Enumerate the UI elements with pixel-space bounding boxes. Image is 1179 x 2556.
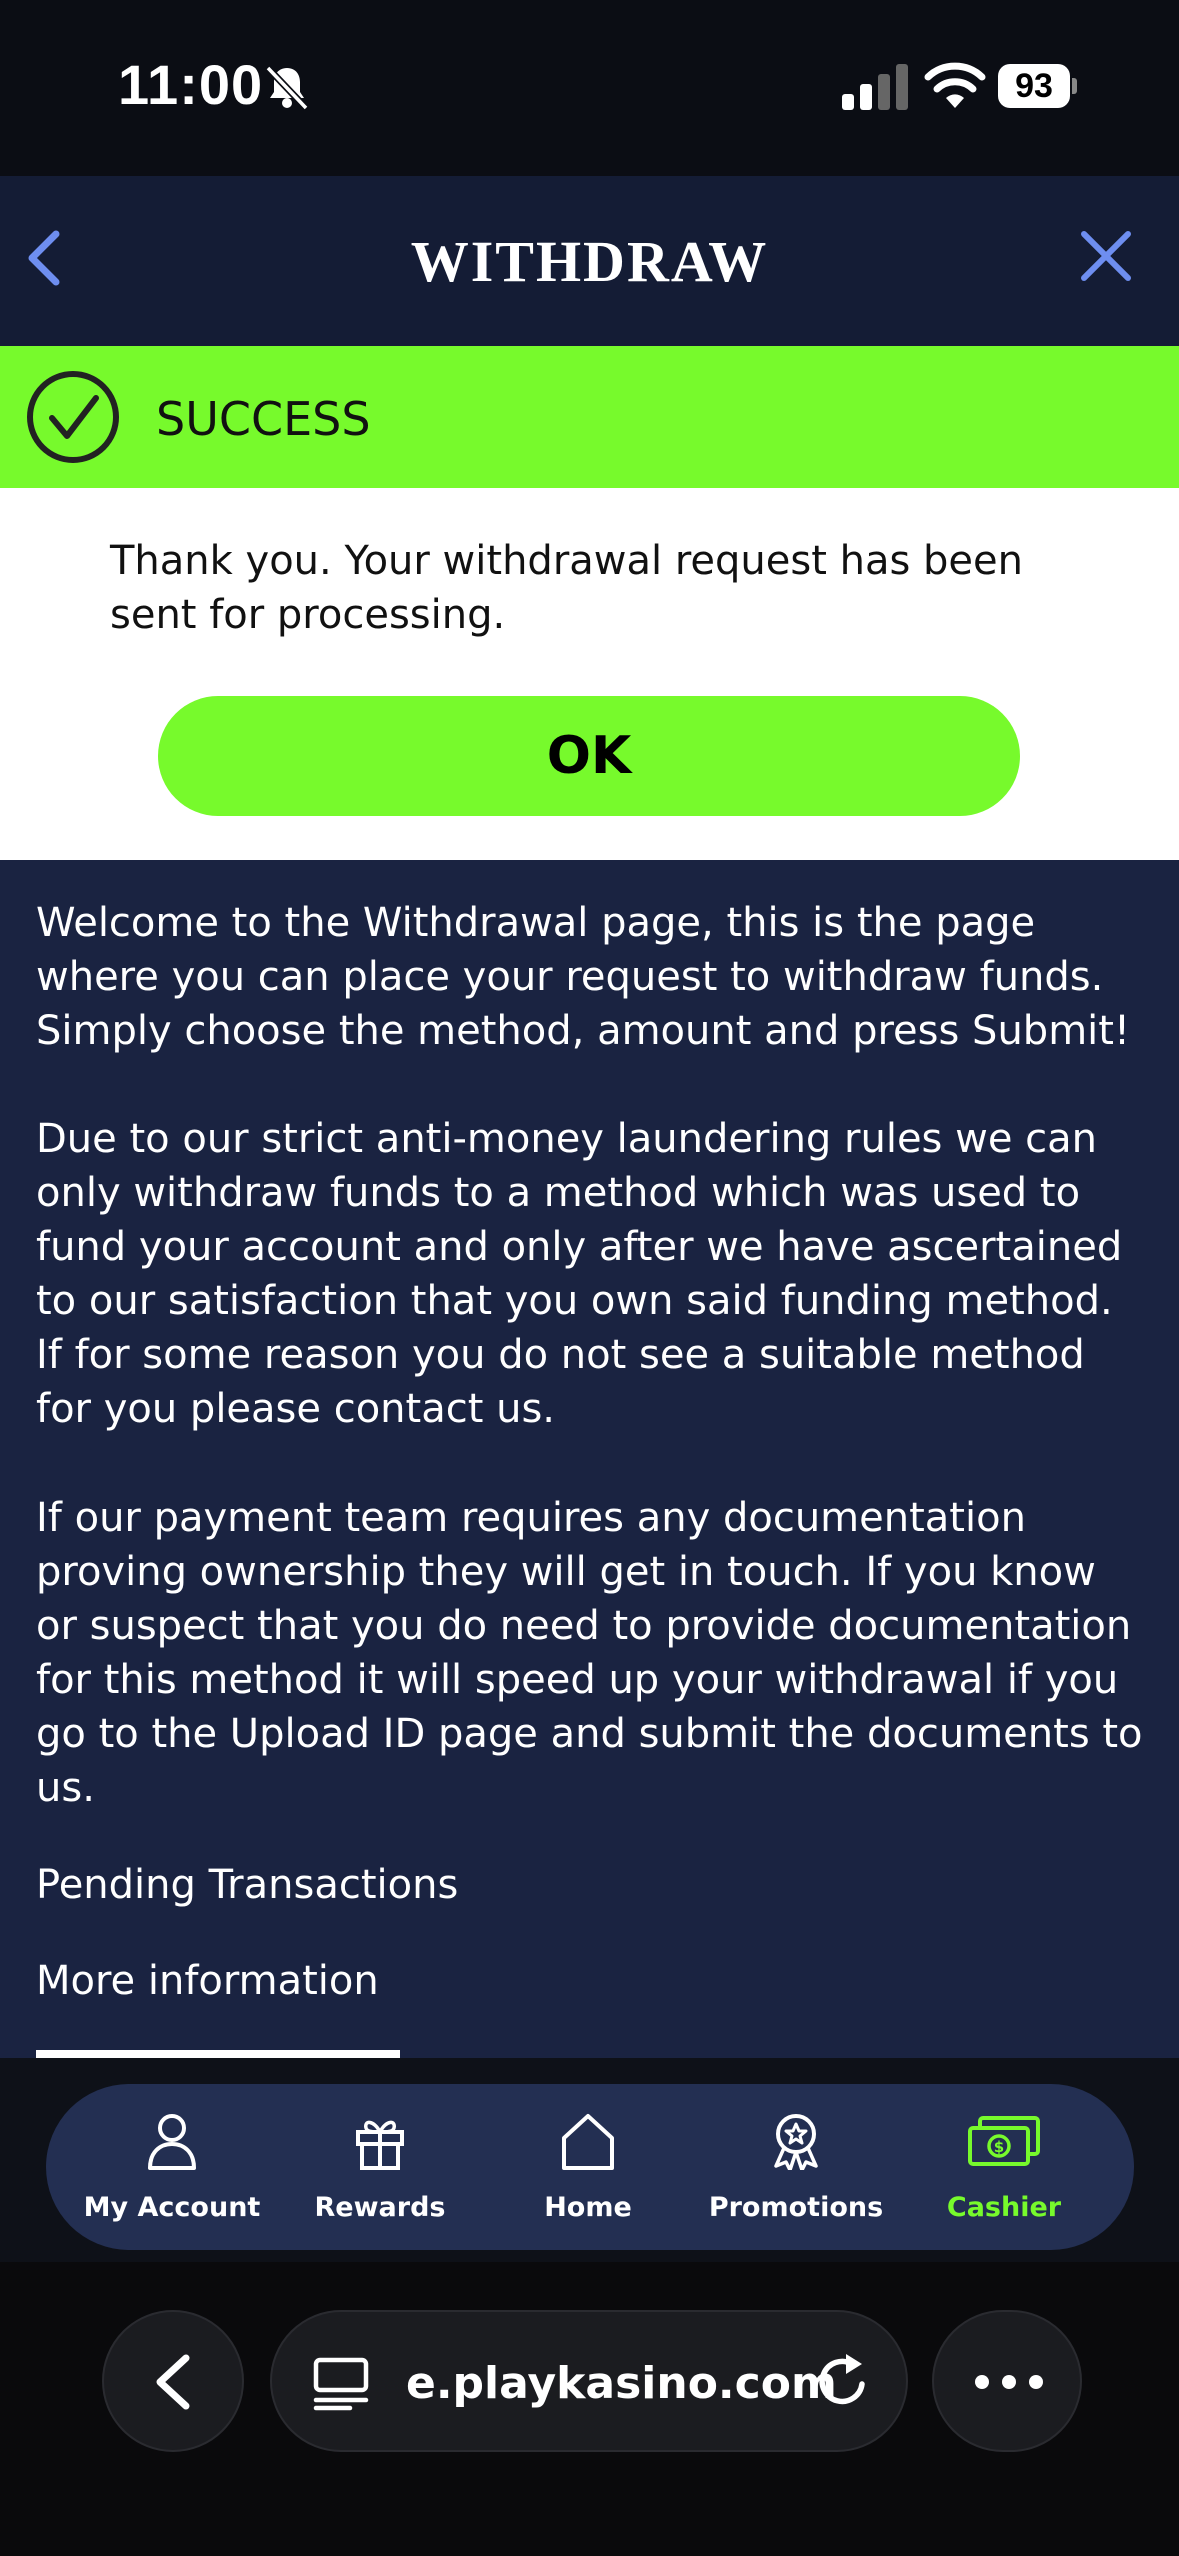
intro-paragraph: Welcome to the Withdrawal page, this is …	[36, 900, 1130, 1054]
nav-label-promotions: Promotions	[708, 2192, 884, 2223]
page-header: WITHDRAW	[0, 176, 1179, 346]
pending-transactions-link[interactable]: Pending Transactions	[36, 1862, 458, 1908]
url-text: e.playkasino.com	[406, 2358, 837, 2409]
home-icon	[562, 2114, 614, 2170]
battery-indicator: 93	[998, 64, 1077, 108]
gift-icon	[356, 2120, 404, 2170]
nav-item-home[interactable]: Home	[488, 2084, 688, 2250]
documentation-paragraph: If our payment team requires any documen…	[36, 1495, 1143, 1811]
wifi-icon	[924, 62, 986, 108]
battery-nub	[1072, 78, 1077, 94]
user-icon	[148, 2114, 196, 2170]
nav-label-home: Home	[544, 2192, 632, 2223]
success-banner: SUCCESS	[0, 346, 1179, 488]
nav-item-promotions[interactable]: Promotions	[696, 2084, 896, 2250]
status-bar: 11:00 93	[0, 0, 1179, 176]
svg-text:$: $	[994, 2138, 1004, 2156]
close-icon[interactable]	[1076, 226, 1136, 286]
address-bar[interactable]: e.playkasino.com	[270, 2310, 908, 2452]
cash-icon: $	[968, 2116, 1040, 2166]
browser-back-button[interactable]	[102, 2310, 244, 2452]
nav-item-cashier[interactable]: $ Cashier	[904, 2084, 1104, 2250]
bell-muted-icon	[265, 65, 309, 111]
chevron-left-icon	[156, 2354, 190, 2410]
signal-icon	[842, 64, 908, 110]
modal-body: Thank you. Your withdrawal request has b…	[0, 488, 1179, 860]
active-tab-indicator	[36, 2050, 400, 2058]
bottom-nav-area: My Account Rewards Home Promotions $ Cas…	[0, 2058, 1179, 2262]
bottom-nav: My Account Rewards Home Promotions $ Cas…	[46, 2084, 1134, 2250]
ok-button[interactable]: OK	[158, 696, 1020, 816]
award-icon	[774, 2114, 818, 2170]
check-circle-icon	[27, 371, 119, 463]
success-title: SUCCESS	[156, 392, 371, 446]
browser-toolbar: e.playkasino.com	[0, 2262, 1179, 2556]
aml-paragraph: Due to our strict anti-money laundering …	[36, 1116, 1123, 1432]
modal-message: Thank you. Your withdrawal request has b…	[110, 538, 1023, 638]
nav-item-my-account[interactable]: My Account	[72, 2084, 272, 2250]
battery-level: 93	[998, 64, 1070, 108]
page-title: WITHDRAW	[410, 229, 769, 294]
nav-item-rewards[interactable]: Rewards	[280, 2084, 480, 2250]
browser-more-button[interactable]	[932, 2310, 1082, 2452]
more-information-link[interactable]: More information	[36, 1958, 379, 2004]
ellipsis-icon	[975, 2375, 1043, 2389]
reload-icon[interactable]	[812, 2350, 874, 2412]
nav-label-cashier: Cashier	[946, 2192, 1062, 2223]
withdraw-info: Welcome to the Withdrawal page, this is …	[0, 860, 1179, 2058]
page-menu-icon	[313, 2357, 369, 2411]
nav-label-rewards: Rewards	[314, 2192, 446, 2223]
nav-label-my-account: My Account	[83, 2192, 261, 2223]
status-time: 11:00	[118, 53, 264, 116]
